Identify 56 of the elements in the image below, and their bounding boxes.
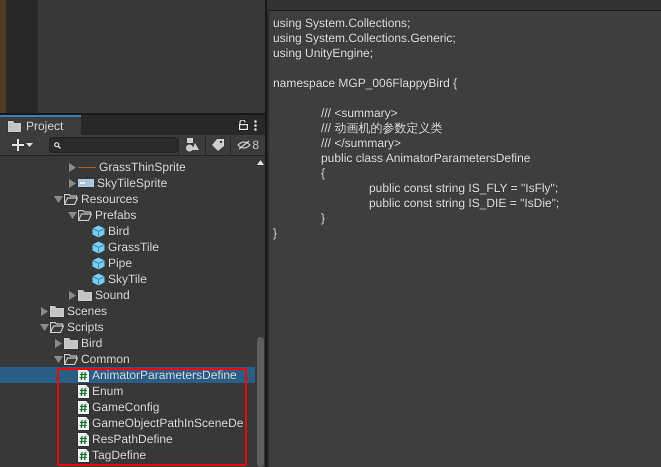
more-menu-icon[interactable]	[254, 120, 257, 130]
tree-item[interactable]: Bird	[0, 335, 255, 351]
tree-item[interactable]: TagDefine	[0, 447, 255, 463]
tree-item[interactable]: Enum	[0, 383, 255, 399]
tree-item[interactable]: Bird	[0, 223, 255, 239]
hidden-packages-button[interactable]: 8	[230, 135, 265, 155]
folder-icon	[78, 290, 92, 300]
tree-item[interactable]: GameObjectPathInSceneDe	[0, 415, 255, 431]
collapsed-arrow-icon[interactable]	[40, 306, 48, 316]
tree-item[interactable]: Pipe	[0, 255, 255, 271]
tree-item[interactable]: Common	[0, 351, 255, 367]
folder-icon	[50, 306, 64, 316]
tag-icon	[212, 139, 224, 151]
code-text: using System.Collections; using System.Collections.Generic; using UnityEngine; namespace MGP_006FlappyBird { /// <summary> /// 动画机的参数定义类 /// </summary> public class AnimatorParametersDefine { public const string IS_FLY = "IsFly"; public const string IS_DIE = "IsDie"; } }	[267, 10, 661, 467]
expanded-arrow-icon[interactable]	[54, 356, 62, 362]
script-file-icon	[78, 384, 89, 398]
tree-item[interactable]: GrassThinSprite	[0, 159, 255, 175]
line-sprite-icon	[78, 166, 96, 168]
folder-icon	[64, 338, 78, 348]
script-file-icon	[78, 416, 89, 430]
cube-icon	[92, 272, 105, 286]
cube-icon	[92, 256, 105, 270]
tree-item[interactable]: SkyTile	[0, 271, 255, 287]
sprite-icon	[78, 179, 94, 187]
scroll-up-arrow-icon[interactable]	[256, 160, 264, 165]
tree-item[interactable]: GameConfig	[0, 399, 255, 415]
tree-item[interactable]: Scenes	[0, 303, 255, 319]
eye-slash-icon	[237, 140, 252, 150]
tree-item[interactable]: GrassTile	[0, 239, 255, 255]
plus-icon	[12, 139, 24, 151]
tree-item[interactable]: Resources	[0, 191, 255, 207]
scrollbar-thumb[interactable]	[256, 337, 264, 467]
collapsed-arrow-icon[interactable]	[54, 338, 62, 348]
tree-item[interactable]: ResPathDefine	[0, 431, 255, 447]
shapes-icon	[185, 138, 200, 152]
open-folder-icon	[64, 194, 78, 204]
search-field[interactable]	[49, 137, 178, 153]
project-tab[interactable]: Project	[0, 115, 81, 135]
script-file-icon	[78, 400, 89, 414]
tree-item[interactable]: SkyTileSprite	[0, 175, 255, 191]
tree-item[interactable]: Scripts	[0, 319, 255, 335]
cube-icon	[92, 240, 105, 254]
cube-icon	[92, 224, 105, 238]
padlock-icon[interactable]	[239, 120, 248, 130]
expanded-arrow-icon[interactable]	[40, 324, 48, 330]
caret-icon	[26, 143, 33, 147]
open-folder-icon	[50, 322, 64, 332]
script-file-icon	[78, 432, 89, 446]
search-icon	[54, 142, 61, 148]
open-folder-icon	[64, 354, 78, 364]
open-folder-icon	[78, 210, 92, 220]
script-file-icon	[78, 448, 89, 462]
tree-item[interactable]: Sound	[0, 287, 255, 303]
folder-icon	[8, 120, 21, 132]
tree-item[interactable]: Prefabs	[0, 207, 255, 223]
collapsed-arrow-icon[interactable]	[68, 290, 76, 300]
